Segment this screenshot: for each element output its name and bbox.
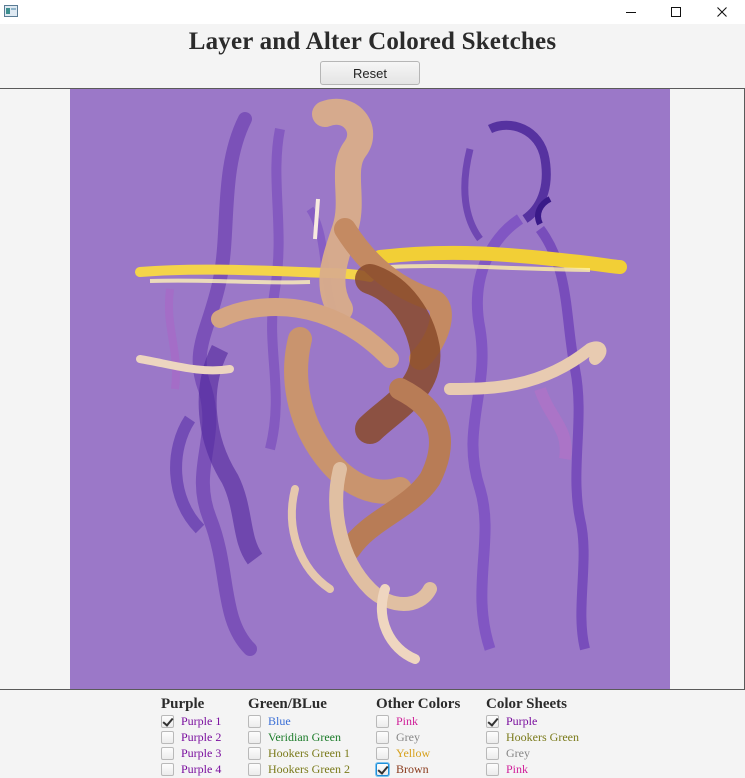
checkbox-box[interactable] (486, 746, 499, 760)
checkbox-box[interactable] (161, 762, 174, 776)
checkbox-label: Pink (506, 761, 529, 776)
purple-group: Purple Purple 1 Purple 2 Purple 3 Purple… (161, 696, 221, 777)
minimize-button[interactable] (608, 0, 654, 24)
brown-checkbox[interactable]: Brown (376, 761, 460, 777)
green-blue-group: Green/BLue Blue Veridian Green Hookers G… (248, 696, 350, 777)
color-sheets-group: Color Sheets Purple Hookers Green Grey P… (486, 696, 579, 777)
checkbox-label: Brown (396, 761, 429, 776)
close-button[interactable] (699, 0, 745, 24)
checkbox-box[interactable] (161, 730, 174, 744)
purple-1-checkbox[interactable]: Purple 1 (161, 713, 221, 729)
hookers-green-1-checkbox[interactable]: Hookers Green 1 (248, 745, 350, 761)
maximize-button[interactable] (653, 0, 699, 24)
checkbox-label: Blue (268, 713, 291, 728)
sheet-purple-checkbox[interactable]: Purple (486, 713, 579, 729)
checkbox-label: Pink (396, 713, 419, 728)
sheet-hookers-green-checkbox[interactable]: Hookers Green (486, 729, 579, 745)
maximize-icon (671, 7, 681, 17)
checkbox-box[interactable] (248, 746, 261, 760)
checkbox-box[interactable] (486, 714, 499, 728)
purple-group-title: Purple (161, 696, 205, 712)
blue-checkbox[interactable]: Blue (248, 713, 350, 729)
checkbox-label: Purple 4 (181, 761, 222, 776)
checkbox-box[interactable] (161, 746, 174, 760)
checkbox-box[interactable] (376, 762, 389, 776)
checkbox-label: Grey (396, 729, 420, 744)
other-colors-group-title: Other Colors (376, 696, 461, 712)
purple-2-checkbox[interactable]: Purple 2 (161, 729, 221, 745)
checkbox-box[interactable] (486, 762, 499, 776)
veridian-green-checkbox[interactable]: Veridian Green (248, 729, 350, 745)
window-titlebar (0, 0, 745, 24)
checkbox-label: Grey (506, 745, 530, 760)
purple-4-checkbox[interactable]: Purple 4 (161, 761, 221, 777)
checkbox-box[interactable] (376, 730, 389, 744)
reset-button[interactable]: Reset (320, 61, 420, 85)
checkbox-label: Hookers Green 2 (268, 761, 350, 776)
checkbox-label: Purple 3 (181, 745, 222, 760)
purple-3-checkbox[interactable]: Purple 3 (161, 745, 221, 761)
pink-checkbox[interactable]: Pink (376, 713, 460, 729)
sheet-pink-checkbox[interactable]: Pink (486, 761, 579, 777)
hookers-green-2-checkbox[interactable]: Hookers Green 2 (248, 761, 350, 777)
checkbox-box[interactable] (248, 730, 261, 744)
app-title: Layer and Alter Colored Sketches (188, 28, 557, 55)
checkbox-box[interactable] (376, 714, 389, 728)
checkbox-label: Veridian Green (268, 729, 341, 744)
grey-checkbox[interactable]: Grey (376, 729, 460, 745)
checkbox-label: Hookers Green 1 (268, 745, 350, 760)
minimize-icon (626, 12, 636, 13)
checkbox-label: Yellow (396, 745, 431, 760)
sheet-grey-checkbox[interactable]: Grey (486, 745, 579, 761)
other-colors-group: Other Colors Pink Grey Yellow Brown (376, 696, 460, 777)
app-window-icon (4, 5, 18, 17)
sketch-canvas[interactable] (70, 89, 670, 689)
yellow-checkbox[interactable]: Yellow (376, 745, 460, 761)
green-blue-group-title: Green/BLue (248, 696, 327, 712)
checkbox-label: Purple 1 (181, 713, 222, 728)
checkbox-label: Purple 2 (181, 729, 222, 744)
checkbox-box[interactable] (161, 714, 174, 728)
color-sheets-group-title: Color Sheets (486, 696, 567, 712)
checkbox-box[interactable] (248, 714, 261, 728)
checkbox-box[interactable] (486, 730, 499, 744)
checkbox-label: Purple (506, 713, 538, 728)
checkbox-label: Hookers Green (506, 729, 579, 744)
close-icon (717, 7, 727, 17)
checkbox-box[interactable] (248, 762, 261, 776)
checkbox-box[interactable] (376, 746, 389, 760)
